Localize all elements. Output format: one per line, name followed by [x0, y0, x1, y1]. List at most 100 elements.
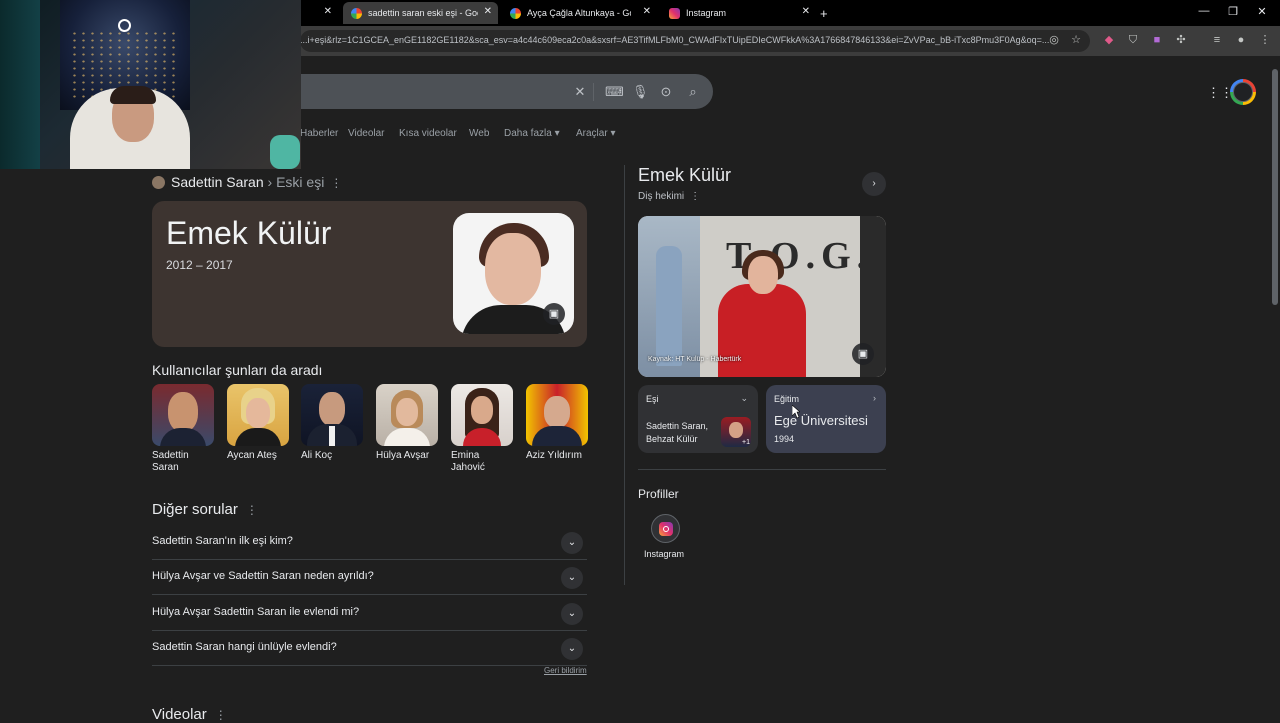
- spouse-card[interactable]: Eşi ⌄ Sadettin Saran, Behzat Külür +1: [638, 385, 758, 453]
- person-photo: [376, 384, 438, 446]
- lens-icon[interactable]: ⊙: [658, 84, 674, 100]
- question-text: Sadettin Saran'ın ilk eşi kim?: [152, 535, 293, 547]
- microphone-icon[interactable]: 🎙: [632, 84, 649, 100]
- close-icon[interactable]: ✕: [484, 6, 492, 17]
- column-divider: [624, 165, 625, 585]
- tab-tools[interactable]: Araçlar ▾: [576, 128, 615, 139]
- media-icon[interactable]: ≡: [1210, 33, 1224, 47]
- education-value: Ege Üniversitesi: [774, 413, 868, 428]
- question-row[interactable]: Sadettin Saran hangi ünlüyle evlendi? ⌄: [152, 631, 587, 666]
- tab-instagram[interactable]: Instagram ✕: [661, 2, 816, 24]
- kp-main-image[interactable]: T.O.G.G. Kaynak: HT Kulüp - Habertürk ▣: [638, 216, 886, 377]
- extension-icon[interactable]: ■: [1150, 33, 1164, 47]
- close-icon[interactable]: ✕: [643, 6, 651, 17]
- tab-ayca[interactable]: Ayça Çağla Altunkaya - Google ✕: [502, 2, 657, 24]
- videos-label: Videolar: [152, 706, 207, 723]
- minimize-button[interactable]: —: [1194, 5, 1214, 17]
- window-close-button[interactable]: ✕: [1252, 5, 1272, 18]
- more-options-icon[interactable]: ⋮: [330, 176, 342, 190]
- avatar[interactable]: [1230, 79, 1256, 105]
- maximize-button[interactable]: ❐: [1223, 5, 1243, 18]
- person-card[interactable]: Sadettin Saran: [152, 384, 214, 474]
- question-text: Sadettin Saran hangi ünlüyle evlendi?: [152, 641, 337, 653]
- hero-years: 2012 – 2017: [166, 258, 233, 272]
- close-icon[interactable]: ✕: [324, 6, 332, 17]
- kp-subtitle-text: Diş hekimi: [638, 191, 685, 202]
- spouse-photo: +1: [721, 417, 751, 447]
- question-text: Hülya Avşar Sadettin Saran ile evlendi m…: [152, 606, 360, 618]
- tab-title: sadettin saran eski eşi - Google: [368, 8, 478, 18]
- chevron-down-icon[interactable]: ⌄: [740, 393, 748, 404]
- person-name: Sadettin Saran: [152, 450, 189, 473]
- eye-off-icon[interactable]: ◎: [1047, 33, 1061, 47]
- person-card[interactable]: Aycan Ateş: [227, 384, 289, 462]
- tab-videos[interactable]: Videolar: [348, 128, 385, 139]
- kp-title: Emek Külür: [638, 165, 732, 185]
- extension-icon[interactable]: ◆: [1102, 33, 1116, 47]
- search-input[interactable]: ✕ ⌨ 🎙 ⊙ ⌕: [260, 74, 713, 109]
- more-count: +1: [742, 439, 750, 446]
- chevron-down-icon[interactable]: ⌄: [561, 603, 583, 625]
- chevron-down-icon[interactable]: ⌄: [561, 638, 583, 660]
- instagram-icon: [669, 7, 680, 19]
- clear-icon[interactable]: ✕: [572, 84, 588, 100]
- webcam-overlay: [0, 0, 301, 169]
- chevron-right-icon[interactable]: ›: [873, 393, 876, 403]
- close-icon[interactable]: ✕: [802, 6, 810, 17]
- scrollbar-thumb[interactable]: [1272, 69, 1278, 305]
- scrollbar[interactable]: [1270, 57, 1280, 720]
- education-card[interactable]: Eğitim › Ege Üniversitesi 1994: [766, 385, 886, 453]
- breadcrumb-name[interactable]: Sadettin Saran: [171, 174, 264, 190]
- search-icon[interactable]: ⌕: [685, 84, 701, 100]
- question-row[interactable]: Hülya Avşar ve Sadettin Saran neden ayrı…: [152, 560, 587, 595]
- spouse-value: Sadettin Saran, Behzat Külür: [646, 421, 709, 444]
- instagram-icon: [659, 522, 673, 536]
- bookmark-star-icon[interactable]: ☆: [1069, 33, 1083, 47]
- person-name: Aycan Ateş: [227, 450, 277, 461]
- question-row[interactable]: Sadettin Saran'ın ilk eşi kim? ⌄: [152, 525, 587, 560]
- instagram-profile-button[interactable]: [651, 514, 680, 543]
- person-card[interactable]: Hülya Avşar: [376, 384, 438, 462]
- menu-icon[interactable]: ⋮: [1258, 33, 1272, 47]
- keyboard-icon[interactable]: ⌨: [605, 84, 624, 100]
- url-input[interactable]: ...i+eşi&rlz=1C1GCEA_enGE1182GE1182&sca_…: [300, 30, 1090, 52]
- hero-card[interactable]: Emek Külür 2012 – 2017 ▣: [152, 201, 587, 347]
- apps-grid-icon[interactable]: ⋮⋮⋮: [1207, 85, 1246, 100]
- person-photo: [526, 384, 588, 446]
- more-options-icon[interactable]: ⋮: [246, 503, 258, 517]
- red-coat: [718, 284, 806, 377]
- person-card[interactable]: Emina Jahović: [451, 384, 513, 474]
- more-options-icon[interactable]: ⋮: [690, 191, 700, 202]
- profile-icon[interactable]: ●: [1234, 33, 1248, 47]
- question-row[interactable]: Hülya Avşar Sadettin Saran ile evlendi m…: [152, 596, 587, 631]
- person-card[interactable]: Aziz Yıldırım: [526, 384, 588, 462]
- videos-section-title: Videolar ⋮: [152, 706, 227, 723]
- tab-search-active[interactable]: sadettin saran eski eşi - Google ✕: [343, 2, 498, 24]
- tab-title: Ayça Çağla Altunkaya - Google: [527, 8, 631, 18]
- education-year: 1994: [774, 434, 795, 444]
- tab-web[interactable]: Web: [469, 128, 489, 139]
- chevron-right-icon[interactable]: ›: [862, 172, 886, 196]
- breadcrumb-relation: Eski eşi: [276, 174, 325, 190]
- chevron-down-icon[interactable]: ⌄: [561, 567, 583, 589]
- image-icon[interactable]: ▣: [852, 343, 874, 365]
- shield-icon[interactable]: ⛉: [1126, 33, 1140, 47]
- new-tab-button[interactable]: +: [820, 2, 838, 24]
- question-text: Hülya Avşar ve Sadettin Saran neden ayrı…: [152, 570, 374, 582]
- streamer-hair: [110, 86, 156, 104]
- puzzle-icon[interactable]: ✣: [1174, 33, 1188, 47]
- tab-more[interactable]: Daha fazla ▾: [504, 128, 560, 139]
- kp-divider: [638, 469, 886, 470]
- mannequin: [656, 246, 682, 366]
- hero-photo[interactable]: ▣: [453, 213, 574, 334]
- tab-short-videos[interactable]: Kısa videolar: [399, 128, 457, 139]
- chevron-down-icon[interactable]: ⌄: [561, 532, 583, 554]
- person-card[interactable]: Ali Koç: [301, 384, 363, 462]
- image-icon[interactable]: ▣: [543, 303, 565, 325]
- person-name: Emina Jahović: [451, 450, 485, 473]
- instagram-label[interactable]: Instagram: [644, 549, 684, 559]
- tab-news[interactable]: Haberler: [300, 128, 338, 139]
- image-source[interactable]: Kaynak: HT Kulüp - Habertürk: [648, 356, 741, 363]
- feedback-link[interactable]: Geri bildirim: [544, 666, 587, 675]
- tab-previous[interactable]: ✕: [302, 2, 342, 24]
